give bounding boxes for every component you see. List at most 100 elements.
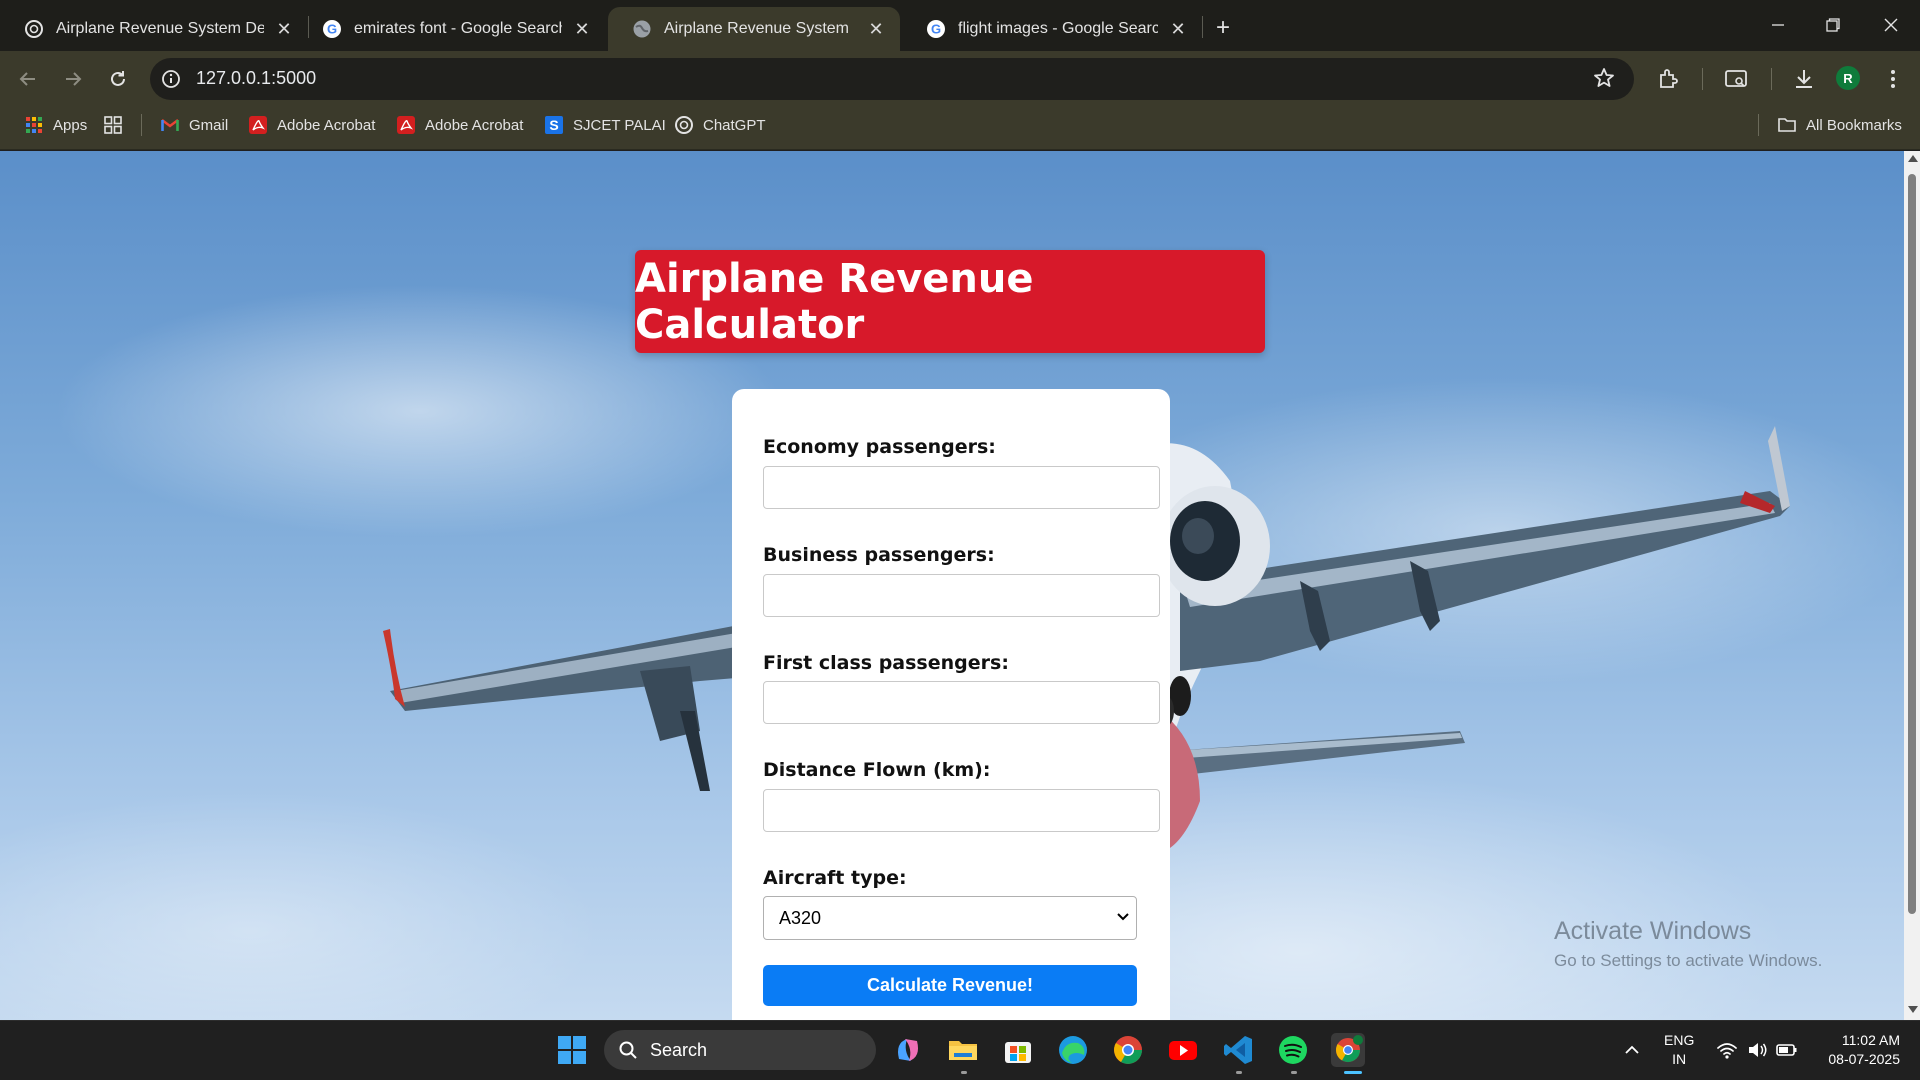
bookmark-adobe-acrobat-2[interactable]: Adobe Acrobat xyxy=(396,112,523,138)
restore-icon xyxy=(1826,18,1840,32)
spotify-icon[interactable] xyxy=(1276,1033,1310,1067)
active-app-indicator xyxy=(1344,1071,1362,1074)
bookmark-label: Gmail xyxy=(189,116,229,134)
first-class-passengers-label: First class passengers: xyxy=(763,652,1009,674)
running-indicator xyxy=(961,1071,967,1074)
scroll-down-arrow-icon[interactable] xyxy=(1908,1006,1918,1013)
bookmark-gmail[interactable]: Gmail xyxy=(160,112,228,138)
language-indicator[interactable]: ENG IN xyxy=(1664,1031,1694,1069)
activate-windows-subtitle: Go to Settings to activate Windows. xyxy=(1554,951,1823,970)
tab-title: emirates font - Google Search xyxy=(354,20,562,37)
bookmark-label: Adobe Acrobat xyxy=(425,116,524,134)
taskbar-search-label: Search xyxy=(650,1039,708,1060)
ms-store-icon[interactable] xyxy=(1001,1033,1035,1067)
activate-windows-title: Activate Windows xyxy=(1554,917,1752,945)
forward-arrow-icon xyxy=(66,72,82,86)
toolbar-separator xyxy=(1771,68,1772,90)
restore-button[interactable] xyxy=(1813,10,1853,40)
minimize-button[interactable] xyxy=(1758,10,1798,40)
reading-mode-icon[interactable] xyxy=(1723,66,1749,92)
bookmark-adobe-acrobat[interactable]: Adobe Acrobat xyxy=(248,112,375,138)
scrollbar-thumb[interactable] xyxy=(1908,174,1916,914)
aircraft-type-select[interactable]: A320 xyxy=(763,896,1137,940)
address-bar[interactable] xyxy=(150,58,1634,100)
bookmark-chatgpt[interactable]: ChatGPT xyxy=(674,112,766,138)
bookmark-separator xyxy=(141,114,142,136)
site-info-icon[interactable] xyxy=(160,68,182,90)
bookmark-tab-groups[interactable] xyxy=(103,112,132,138)
close-tab-icon[interactable]: ✕ xyxy=(274,19,294,39)
close-tab-icon[interactable]: ✕ xyxy=(572,19,592,39)
aircraft-type-label: Aircraft type: xyxy=(763,867,907,889)
back-button[interactable] xyxy=(10,61,46,97)
chevron-down-icon xyxy=(1117,913,1129,921)
distance-flown-label: Distance Flown (km): xyxy=(763,759,991,781)
profile-avatar[interactable]: R xyxy=(1836,66,1860,90)
copilot-icon[interactable] xyxy=(891,1033,925,1067)
file-explorer-icon[interactable] xyxy=(946,1033,980,1067)
chrome-profile-icon[interactable] xyxy=(1331,1033,1365,1067)
tab-separator xyxy=(1202,16,1203,38)
region-code: IN xyxy=(1672,1051,1687,1067)
vscode-icon[interactable] xyxy=(1221,1033,1255,1067)
tab-airplane-revenue-devel[interactable]: Airplane Revenue System Devel ✕ xyxy=(0,7,308,51)
new-tab-button[interactable]: + xyxy=(1208,13,1238,43)
page-header: Airplane Revenue Calculator xyxy=(635,250,1265,353)
close-icon xyxy=(1884,18,1898,32)
acrobat-icon xyxy=(249,116,267,134)
tab-groups-icon xyxy=(104,116,122,134)
system-clock[interactable]: 11:02 AM 08-07-2025 xyxy=(1814,1031,1900,1069)
tab-title: Airplane Revenue System xyxy=(664,20,849,37)
first-class-passengers-input[interactable] xyxy=(763,681,1160,724)
google-icon: G xyxy=(323,20,341,38)
chevron-up-icon[interactable] xyxy=(1622,1040,1642,1060)
svg-text:G: G xyxy=(327,22,337,37)
all-bookmarks-button[interactable]: All Bookmarks xyxy=(1777,112,1902,138)
bookmark-label: Adobe Acrobat xyxy=(277,116,376,134)
download-icon[interactable] xyxy=(1791,66,1817,92)
bookmark-sjcet-palai[interactable]: S SJCET PALAI xyxy=(544,112,666,138)
gmail-icon xyxy=(161,119,179,131)
bookmark-separator xyxy=(1758,114,1759,136)
taskbar-search-box[interactable]: Search xyxy=(604,1030,876,1070)
bookmark-label: All Bookmarks xyxy=(1806,116,1902,134)
scroll-up-arrow-icon[interactable] xyxy=(1908,155,1918,162)
chrome-icon[interactable] xyxy=(1111,1033,1145,1067)
close-window-button[interactable] xyxy=(1871,10,1911,40)
youtube-icon[interactable] xyxy=(1166,1033,1200,1067)
search-icon xyxy=(619,1041,637,1059)
economy-passengers-input[interactable] xyxy=(763,466,1160,509)
clock-date: 08-07-2025 xyxy=(1828,1051,1900,1067)
tab-airplane-revenue-system[interactable]: Airplane Revenue System ✕ xyxy=(608,7,900,51)
distance-flown-input[interactable] xyxy=(763,789,1160,832)
apps-grid-icon xyxy=(26,117,42,133)
windows-start-icon[interactable] xyxy=(555,1033,589,1067)
bookmark-label: ChatGPT xyxy=(703,116,766,134)
volume-icon[interactable] xyxy=(1746,1040,1768,1060)
business-passengers-input[interactable] xyxy=(763,574,1160,617)
bookmark-star-icon[interactable] xyxy=(1592,66,1616,90)
battery-icon[interactable] xyxy=(1776,1041,1798,1059)
tab-emirates-font[interactable]: G emirates font - Google Search ✕ xyxy=(298,7,606,51)
openai-icon xyxy=(675,116,693,134)
bookmark-apps[interactable]: Apps xyxy=(24,112,87,138)
close-tab-icon[interactable]: ✕ xyxy=(866,19,886,39)
menu-kebab-icon[interactable] xyxy=(1880,66,1906,92)
close-tab-icon[interactable]: ✕ xyxy=(1168,19,1188,39)
tab-flight-images[interactable]: G flight images - Google Search ✕ xyxy=(902,7,1202,51)
wifi-icon[interactable] xyxy=(1716,1040,1738,1060)
edge-icon[interactable] xyxy=(1056,1033,1090,1067)
folder-icon xyxy=(1778,118,1796,132)
forward-button[interactable] xyxy=(55,61,91,97)
clock-time: 11:02 AM xyxy=(1841,1032,1900,1048)
google-icon: G xyxy=(927,20,945,38)
globe-icon xyxy=(633,20,651,38)
tab-title: flight images - Google Search xyxy=(958,20,1158,37)
url-text[interactable]: 127.0.0.1:5000 xyxy=(196,68,316,89)
extensions-icon[interactable] xyxy=(1655,66,1681,92)
tab-title: Airplane Revenue System Devel xyxy=(56,20,264,37)
toolbar-separator xyxy=(1702,68,1703,90)
reload-button[interactable] xyxy=(100,61,136,97)
activate-windows-watermark: Activate Windows Go to Settings to activ… xyxy=(1554,917,1822,971)
calculate-revenue-button[interactable]: Calculate Revenue! xyxy=(763,965,1137,1006)
